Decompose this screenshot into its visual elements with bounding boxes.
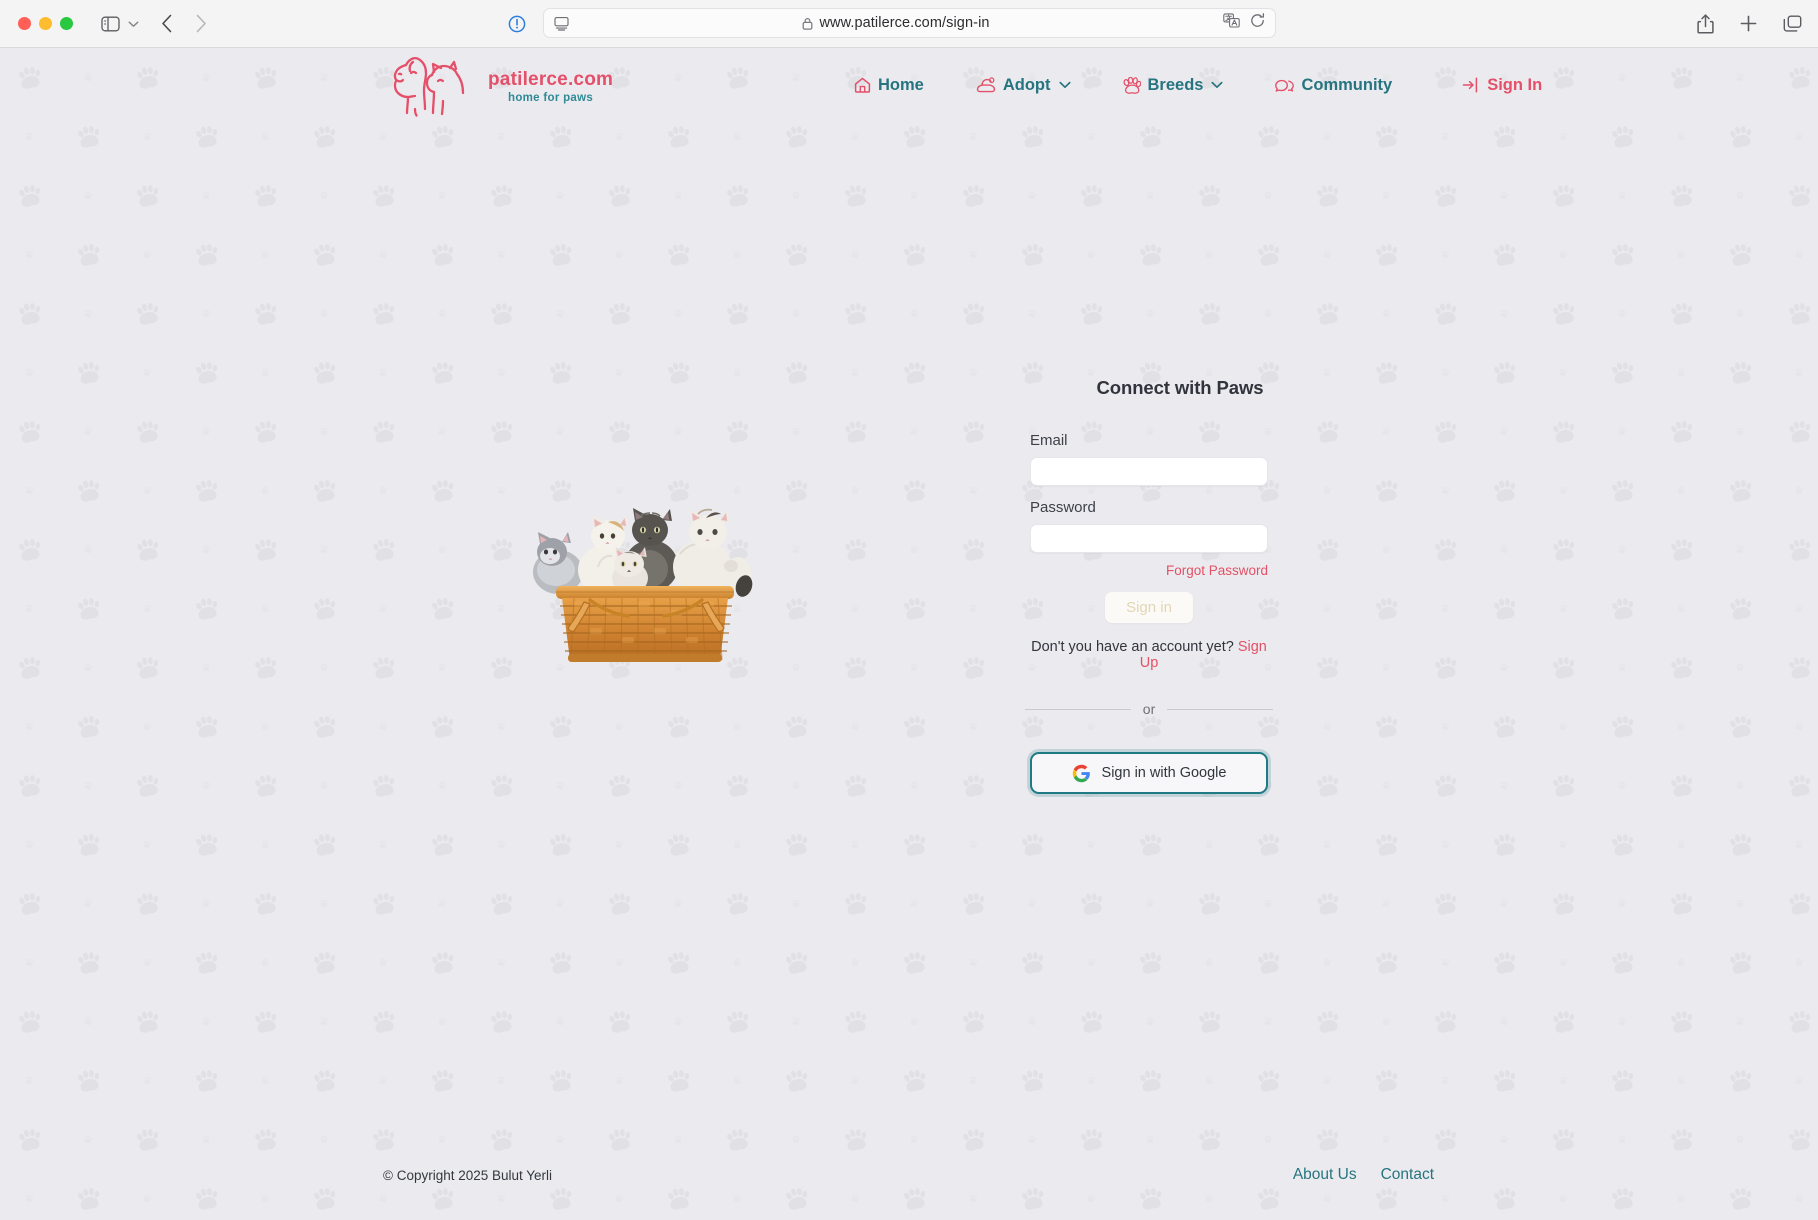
google-g-icon: [1072, 764, 1091, 783]
sign-in-button-row: Sign in: [1030, 592, 1268, 623]
sign-in-panel: Connect with Paws Email Password Forgot …: [1025, 377, 1330, 794]
site-logo[interactable]: patilerce.com home for paws: [380, 53, 613, 117]
new-tab-plus-icon[interactable]: [1740, 15, 1757, 32]
privacy-report-icon[interactable]: [508, 15, 526, 33]
logo-title: patilerce.com: [488, 68, 614, 90]
sign-in-with-google-label: Sign in with Google: [1101, 765, 1227, 781]
address-bar[interactable]: www.patilerce.com/sign-in: [543, 8, 1276, 38]
logo-tagline: home for paws: [508, 92, 594, 105]
nav-item-community[interactable]: Community: [1249, 76, 1418, 95]
divider-line-left: [1025, 708, 1131, 710]
chat-bubbles-icon: [1275, 77, 1295, 94]
footer-link-about-us[interactable]: About Us: [1293, 1166, 1357, 1184]
divider-label: or: [1142, 701, 1156, 717]
kittens-in-basket-photo: [533, 508, 753, 662]
sign-in-with-google-button[interactable]: Sign in with Google: [1030, 752, 1268, 794]
nav-item-home[interactable]: Home: [828, 76, 950, 95]
sign-up-prompt-row: Don't you have an account yet? Sign Up: [1030, 639, 1268, 671]
home-icon: [854, 77, 871, 93]
nav-item-home-label: Home: [878, 75, 924, 94]
nav-item-adopt-label: Adopt: [1002, 75, 1051, 94]
tab-overview-icon[interactable]: [1783, 15, 1802, 33]
forgot-password-link[interactable]: Forgot Password: [1166, 563, 1268, 578]
reader-view-icon[interactable]: [554, 16, 569, 31]
paw-icon: [1122, 76, 1141, 94]
footer-link-contact[interactable]: Contact: [1381, 1166, 1434, 1184]
page-title: Connect with Paws: [1096, 377, 1264, 398]
share-icon[interactable]: [1697, 13, 1714, 34]
chevron-down-icon: [1211, 81, 1224, 89]
forgot-password-row: Forgot Password: [1030, 562, 1268, 580]
chevron-down-icon: [1058, 81, 1071, 89]
sign-in-arrow-icon: [1462, 77, 1480, 93]
forward-arrow-icon[interactable]: [195, 14, 207, 33]
or-divider: or: [1025, 701, 1274, 717]
copyright-text: © Copyright 2025 Bulut Yerli: [383, 1168, 553, 1183]
nav-item-breeds[interactable]: Breeds: [1097, 76, 1250, 95]
page-body: patilerce.com home for paws Home Adopt B…: [0, 48, 1818, 1220]
main-content: Connect with Paws Email Password Forgot …: [0, 122, 1818, 1220]
email-input[interactable]: [1030, 457, 1268, 486]
close-window-button[interactable]: [18, 17, 31, 30]
address-bar-url: www.patilerce.com/sign-in: [819, 15, 990, 31]
reload-icon[interactable]: [1250, 13, 1265, 33]
footer-links: About Us Contact: [1293, 1166, 1434, 1184]
window-traffic-lights: [18, 17, 73, 30]
dog-and-cat-logo-icon: [393, 57, 465, 117]
password-label: Password: [1030, 499, 1096, 516]
divider-line-right: [1167, 708, 1274, 710]
nav-item-adopt[interactable]: Adopt: [950, 76, 1097, 95]
maximize-window-button[interactable]: [60, 17, 73, 30]
site-header: patilerce.com home for paws Home Adopt B…: [0, 48, 1818, 122]
main-navigation: Home Adopt Breeds Community Sign In: [828, 48, 1568, 122]
site-footer: © Copyright 2025 Bulut Yerli About Us Co…: [0, 1148, 1818, 1220]
nav-item-breeds-label: Breeds: [1147, 75, 1204, 94]
email-label: Email: [1030, 432, 1068, 449]
sidebar-options-chevron-down-icon[interactable]: [128, 20, 139, 28]
password-input[interactable]: [1030, 524, 1268, 553]
back-arrow-icon[interactable]: [161, 14, 173, 33]
adopt-hands-icon: [976, 77, 996, 93]
nav-item-community-label: Community: [1301, 75, 1393, 94]
browser-toolbar: www.patilerce.com/sign-in: [0, 0, 1818, 48]
nav-item-sign-in[interactable]: Sign In: [1418, 76, 1568, 95]
translate-icon[interactable]: [1223, 13, 1240, 33]
lock-icon: [802, 17, 813, 30]
minimize-window-button[interactable]: [39, 17, 52, 30]
sign-in-submit-button[interactable]: Sign in: [1105, 592, 1193, 623]
sign-up-prompt-text: Don't you have an account yet?: [1031, 639, 1234, 655]
sidebar-toggle-icon[interactable]: [101, 16, 120, 32]
nav-item-sign-in-label: Sign In: [1487, 75, 1543, 94]
